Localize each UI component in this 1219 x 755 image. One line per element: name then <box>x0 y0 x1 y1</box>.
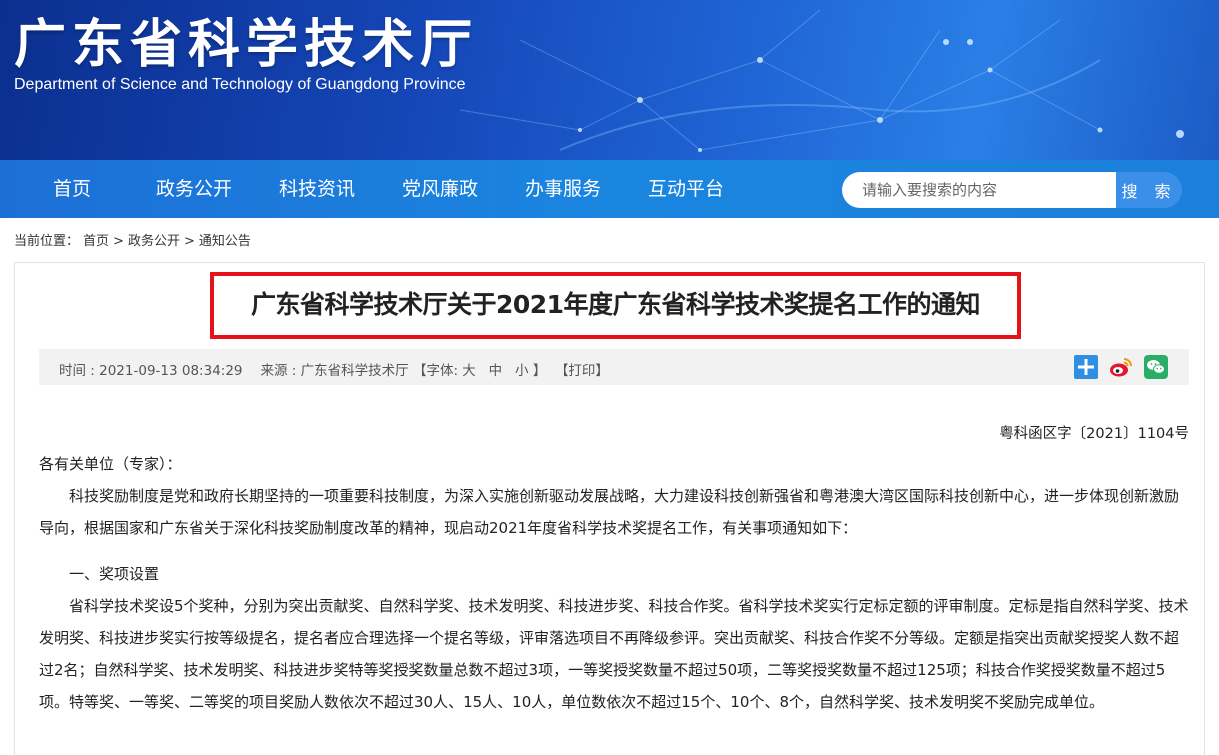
article-title: 广东省科学技术厅关于2021年度广东省科学技术奖提名工作的通知 <box>250 290 981 319</box>
breadcrumb-notices[interactable]: 通知公告 <box>199 234 251 249</box>
weibo-icon[interactable] <box>1109 355 1133 379</box>
search-button[interactable]: 搜 索 <box>1116 172 1182 208</box>
plus-share-icon[interactable] <box>1074 355 1098 379</box>
nav-item-home[interactable]: 首页 <box>53 160 91 218</box>
salutation: 各有关单位（专家）： <box>39 455 182 473</box>
site-subtitle: Department of Science and Technology of … <box>14 76 466 93</box>
section-body: 省科学技术奖设5个奖种，分别为突出贡献奖、自然科学奖、技术发明奖、科技进步奖、科… <box>39 597 1189 711</box>
header-banner: 广东省科学技术厅 Department of Science and Techn… <box>0 0 1219 160</box>
breadcrumb-government-affairs[interactable]: 政务公开 <box>128 234 180 249</box>
breadcrumb-home[interactable]: 首页 <box>83 234 109 249</box>
breadcrumb-separator: > <box>183 234 195 249</box>
intro-paragraph: 科技奖励制度是党和政府长期坚持的一项重要科技制度，为深入实施创新驱动发展战略，大… <box>39 487 1180 537</box>
nav-item-tech-news[interactable]: 科技资讯 <box>279 160 355 218</box>
publish-time: 时间 : 2021-09-13 08:34:29 <box>59 363 243 379</box>
nav-item-interaction[interactable]: 互动平台 <box>648 160 724 218</box>
article-meta: 时间 : 2021-09-13 08:34:29 来源 : 广东省科学技术厅 【字… <box>59 359 609 379</box>
nav-item-integrity[interactable]: 党风廉政 <box>402 160 478 218</box>
breadcrumb-prefix: 当前位置： <box>14 234 80 249</box>
font-size-small[interactable]: 小 】 <box>515 363 546 379</box>
document-number: 粤科函区字〔2021〕1104号 <box>999 426 1189 442</box>
breadcrumb-separator: > <box>113 234 124 249</box>
nav-item-services[interactable]: 办事服务 <box>525 160 601 218</box>
font-size-medium[interactable]: 中 <box>489 363 503 379</box>
font-size-large[interactable]: 【字体: 大 <box>413 363 476 379</box>
search-input[interactable] <box>842 172 1116 208</box>
nav-item-government-affairs[interactable]: 政务公开 <box>156 160 232 218</box>
site-title: 广东省科学技术厅 <box>14 15 479 75</box>
wechat-icon[interactable] <box>1144 355 1168 379</box>
section-heading: 一、奖项设置 <box>69 565 160 583</box>
breadcrumb: 当前位置： 首页 > 政务公开 > 通知公告 <box>14 230 255 249</box>
article-source: 来源 : 广东省科学技术厅 <box>260 363 409 379</box>
print-link[interactable]: 【打印】 <box>555 363 609 379</box>
